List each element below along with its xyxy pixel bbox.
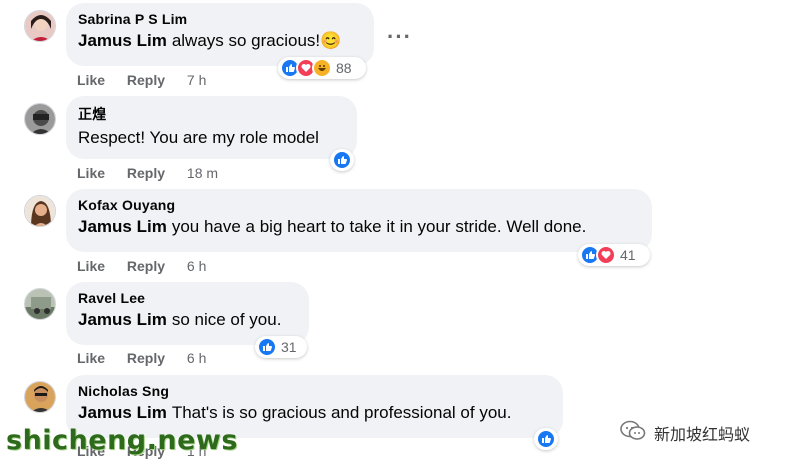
like-reaction-icon: [536, 429, 556, 449]
avatar[interactable]: [24, 103, 56, 135]
reactions-summary[interactable]: 88: [278, 57, 366, 79]
mention-tag[interactable]: Jamus Lim: [78, 217, 167, 236]
reaction-count: 31: [281, 339, 297, 355]
comment-author[interactable]: 正煌: [78, 104, 343, 124]
comment-author[interactable]: Sabrina P S Lim: [78, 11, 360, 27]
avatar[interactable]: [24, 195, 56, 227]
like-button[interactable]: Like: [77, 258, 105, 274]
comment-timestamp[interactable]: 6 h: [187, 350, 206, 366]
comment-author[interactable]: Nicholas Sng: [78, 383, 549, 399]
mention-tag[interactable]: Jamus Lim: [78, 403, 167, 422]
wechat-account-name: 新加坡红蚂蚁: [654, 425, 751, 444]
comment-text: Jamus Lim so nice of you.: [78, 310, 282, 329]
comment-author[interactable]: Kofax Ouyang: [78, 197, 638, 213]
love-reaction-icon: [596, 245, 616, 265]
comment-bubble: 正煌 Respect! You are my role model: [66, 96, 357, 159]
reactions-summary[interactable]: [534, 428, 558, 450]
comment-text: Jamus Lim always so gracious!😊: [78, 31, 342, 50]
reply-button[interactable]: Reply: [127, 165, 165, 181]
comment-actions: Like Reply 7 h: [77, 72, 206, 88]
reactions-summary[interactable]: [330, 149, 354, 171]
comment-bubble: Kofax Ouyang Jamus Lim you have a big hea…: [66, 189, 652, 252]
like-reaction-icon: [257, 337, 277, 357]
reactions-summary[interactable]: 31: [255, 336, 307, 358]
avatar[interactable]: [24, 381, 56, 413]
reply-button[interactable]: Reply: [127, 350, 165, 366]
mention-tag[interactable]: Jamus Lim: [78, 31, 167, 50]
wechat-account-watermark: 新加坡红蚂蚁: [620, 420, 750, 446]
reply-button[interactable]: Reply: [127, 72, 165, 88]
wechat-icon: [620, 420, 646, 446]
haha-reaction-icon: [312, 58, 332, 78]
comment-actions: Like Reply 6 h: [77, 258, 206, 274]
reaction-count: 41: [620, 247, 636, 263]
reply-button[interactable]: Reply: [127, 258, 165, 274]
reactions-summary[interactable]: 41: [578, 244, 650, 266]
avatar[interactable]: [24, 10, 56, 42]
comment-text: Respect! You are my role model: [78, 128, 319, 147]
like-button[interactable]: Like: [77, 350, 105, 366]
reaction-count: 88: [336, 60, 352, 76]
like-button[interactable]: Like: [77, 165, 105, 181]
mention-tag[interactable]: Jamus Lim: [78, 310, 167, 329]
comment-actions: Like Reply 18 m: [77, 165, 218, 181]
comment-actions: Like Reply 6 h: [77, 350, 206, 366]
site-watermark: shicheng.news: [6, 425, 238, 456]
comment-author[interactable]: Ravel Lee: [78, 290, 295, 306]
like-button[interactable]: Like: [77, 72, 105, 88]
more-options-icon[interactable]: ···: [387, 24, 412, 50]
comment-timestamp[interactable]: 18 m: [187, 165, 218, 181]
like-reaction-icon: [332, 150, 352, 170]
comment-text: Jamus Lim That's is so gracious and profe…: [78, 403, 512, 422]
comment-timestamp[interactable]: 7 h: [187, 72, 206, 88]
comment-timestamp[interactable]: 6 h: [187, 258, 206, 274]
avatar[interactable]: [24, 288, 56, 320]
comment-text: Jamus Lim you have a big heart to take it…: [78, 217, 587, 236]
